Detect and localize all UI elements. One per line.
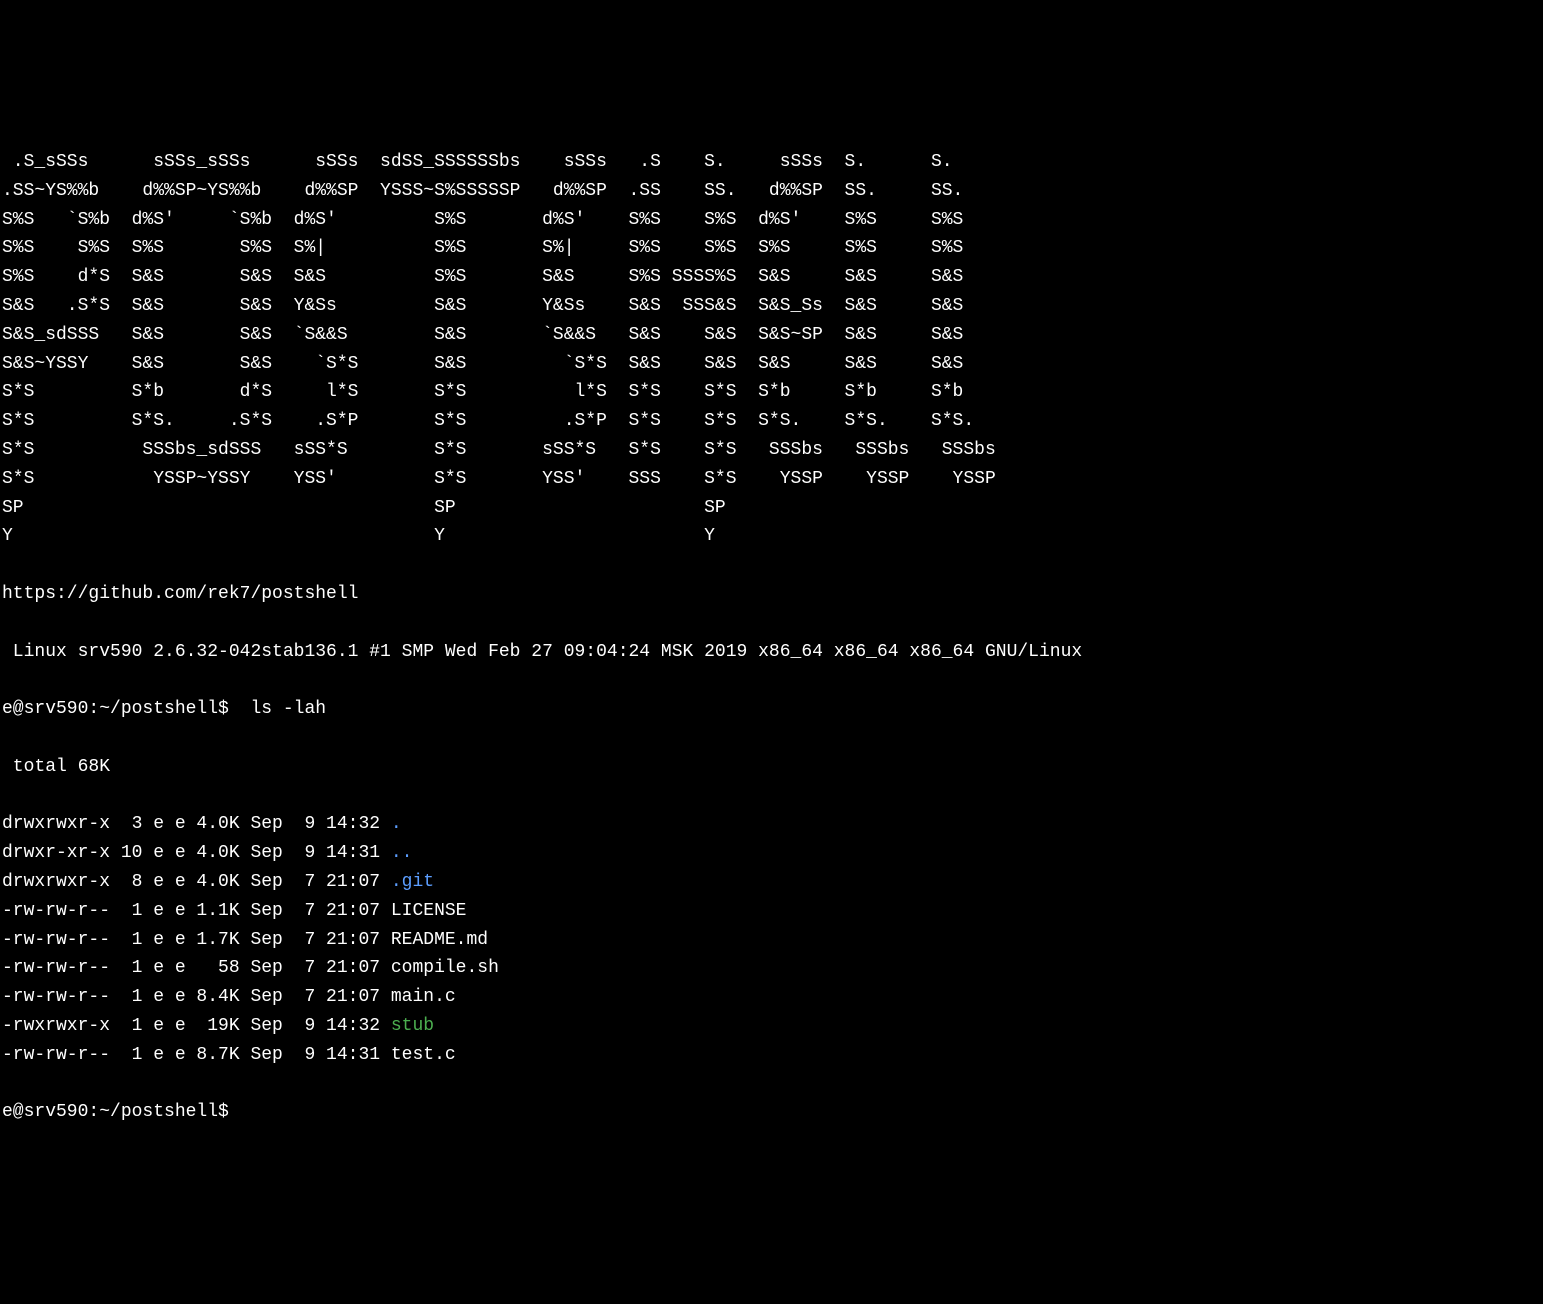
file-perms: -rw-rw-r-- 1 e e 1.7K Sep 7 21:07 [2,930,391,950]
ascii-line: S%S S%S S%S S%S S%| S%S S%| S%S S%S S%S … [2,234,1541,263]
ascii-line: S&S .S*S S&S S&S Y&Ss S&S Y&Ss S&S SSS&S… [2,292,1541,321]
file-name: README.md [391,930,488,950]
file-perms: drwxrwxr-x 8 e e 4.0K Sep 7 21:07 [2,872,391,892]
file-perms: drwxr-xr-x 10 e e 4.0K Sep 9 14:31 [2,843,391,863]
ascii-line: S%S d*S S&S S&S S&S S%S S&S S%S SSSS%S S… [2,263,1541,292]
file-entry: -rw-rw-r-- 1 e e 58 Sep 7 21:07 compile.… [2,954,1541,983]
file-entry: -rwxrwxr-x 1 e e 19K Sep 9 14:32 stub [2,1012,1541,1041]
file-name: LICENSE [391,901,467,921]
ascii-line: Y Y Y [2,522,1541,551]
prompt-line-2[interactable]: e@srv590:~/postshell$ [2,1098,1541,1127]
ascii-line: S*S S*b d*S l*S S*S l*S S*S S*S S*b S*b … [2,378,1541,407]
ascii-line: S*S SSSbs_sdSSS sSS*S S*S sSS*S S*S S*S … [2,436,1541,465]
file-name: stub [391,1016,434,1036]
file-listing: drwxrwxr-x 3 e e 4.0K Sep 9 14:32 .drwxr… [2,810,1541,1069]
uname-output: Linux srv590 2.6.32-042stab136.1 #1 SMP … [2,638,1541,667]
command-text: ls -lah [250,699,326,719]
file-perms: -rw-rw-r-- 1 e e 1.1K Sep 7 21:07 [2,901,391,921]
file-perms: -rw-rw-r-- 1 e e 8.7K Sep 9 14:31 [2,1045,391,1065]
file-entry: -rw-rw-r-- 1 e e 1.7K Sep 7 21:07 README… [2,926,1541,955]
ascii-art-banner: .S_sSSs sSSs_sSSs sSSs sdSS_SSSSSSbs sSS… [2,148,1541,551]
file-perms: -rw-rw-r-- 1 e e 58 Sep 7 21:07 [2,958,391,978]
file-name: test.c [391,1045,456,1065]
file-name: main.c [391,987,456,1007]
ls-total: total 68K [2,753,1541,782]
ascii-line: S*S YSSP~YSSY YSS' S*S YSS' SSS S*S YSSP… [2,465,1541,494]
file-entry: drwxrwxr-x 3 e e 4.0K Sep 9 14:32 . [2,810,1541,839]
file-perms: -rwxrwxr-x 1 e e 19K Sep 9 14:32 [2,1016,391,1036]
file-entry: -rw-rw-r-- 1 e e 8.7K Sep 9 14:31 test.c [2,1041,1541,1070]
prompt-line-1[interactable]: e@srv590:~/postshell$ ls -lah [2,695,1541,724]
ascii-line: S*S S*S. .S*S .S*P S*S .S*P S*S S*S S*S.… [2,407,1541,436]
file-name: compile.sh [391,958,499,978]
ascii-line: S%S `S%b d%S' `S%b d%S' S%S d%S' S%S S%S… [2,206,1541,235]
file-name: .. [391,843,413,863]
ascii-line: .S_sSSs sSSs_sSSs sSSs sdSS_SSSSSSbs sSS… [2,148,1541,177]
file-perms: drwxrwxr-x 3 e e 4.0K Sep 9 14:32 [2,814,391,834]
repo-url: https://github.com/rek7/postshell [2,580,1541,609]
terminal-output: .S_sSSs sSSs_sSSs sSSs sdSS_SSSSSSbs sSS… [2,119,1541,1156]
file-entry: -rw-rw-r-- 1 e e 8.4K Sep 7 21:07 main.c [2,983,1541,1012]
file-entry: drwxrwxr-x 8 e e 4.0K Sep 7 21:07 .git [2,868,1541,897]
ascii-line: SP SP SP [2,494,1541,523]
ascii-line: S&S~YSSY S&S S&S `S*S S&S `S*S S&S S&S S… [2,350,1541,379]
ascii-line: .SS~YS%%b d%%SP~YS%%b d%%SP YSSS~S%SSSSS… [2,177,1541,206]
file-name: . [391,814,402,834]
file-entry: -rw-rw-r-- 1 e e 1.1K Sep 7 21:07 LICENS… [2,897,1541,926]
file-name: .git [391,872,434,892]
shell-prompt: e@srv590:~/postshell$ [2,1102,229,1122]
file-perms: -rw-rw-r-- 1 e e 8.4K Sep 7 21:07 [2,987,391,1007]
file-entry: drwxr-xr-x 10 e e 4.0K Sep 9 14:31 .. [2,839,1541,868]
shell-prompt: e@srv590:~/postshell$ [2,699,250,719]
ascii-line: S&S_sdSSS S&S S&S `S&&S S&S `S&&S S&S S&… [2,321,1541,350]
